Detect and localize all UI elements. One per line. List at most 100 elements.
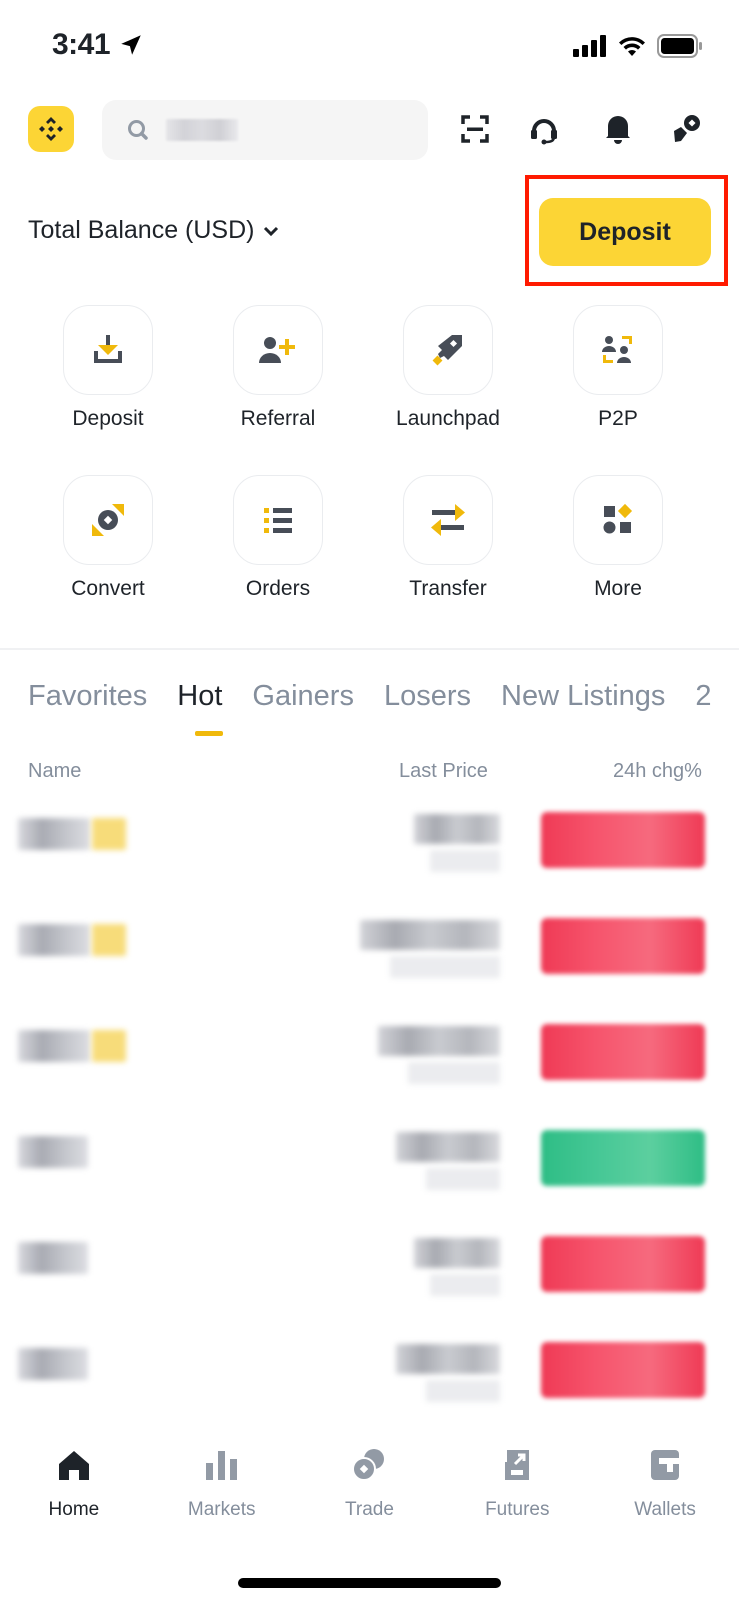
market-row[interactable] [0,1328,739,1434]
column-header-name[interactable]: Name [28,760,81,783]
last-price-redacted [396,1344,500,1374]
shortcut-label: Convert [71,577,145,600]
market-row[interactable] [0,798,739,904]
markets-bar-chart-icon [202,1445,242,1485]
nav-wallets[interactable]: Wallets [591,1445,739,1535]
shortcut-transfer[interactable]: Transfer [373,475,523,601]
fiat-price-redacted [408,1062,500,1084]
tab-favorites[interactable]: Favorites [28,680,147,713]
nav-markets[interactable]: Markets [148,1445,296,1535]
more-grid-icon [573,475,663,565]
market-row[interactable] [0,1010,739,1116]
rewards-icon[interactable] [670,112,704,146]
search-icon [128,120,148,140]
futures-icon [497,1445,537,1485]
transfer-icon [403,475,493,565]
market-row[interactable] [0,904,739,1010]
referral-icon [233,305,323,395]
market-row[interactable] [0,1116,739,1222]
market-row[interactable] [0,1222,739,1328]
change-badge-down[interactable] [541,918,705,974]
status-time: 3:41 [52,28,111,61]
change-badge-down[interactable] [541,812,705,868]
change-badge-down[interactable] [541,1236,705,1292]
home-icon [54,1445,94,1485]
notification-bell-icon[interactable] [601,112,635,146]
coin-name-redacted [18,924,90,956]
shortcut-label: Referral [240,407,316,430]
search-bar[interactable] [102,100,428,160]
launchpad-rocket-icon [403,305,493,395]
coin-name-redacted [18,1030,90,1062]
active-tab-indicator [195,731,223,736]
last-price-redacted [360,920,500,950]
coin-name-redacted [18,1242,88,1274]
support-headset-icon[interactable] [527,112,561,146]
shortcut-label: More [594,577,642,600]
fiat-price-redacted [430,850,500,872]
battery-icon [657,34,702,58]
fiat-price-redacted [426,1168,500,1190]
shortcut-label: Orders [245,577,311,600]
chevron-down-icon [264,226,279,236]
tab-hot[interactable]: Hot [177,680,222,713]
wallet-icon [645,1445,685,1485]
nav-futures[interactable]: Futures [443,1445,591,1535]
nav-label: Trade [345,1499,394,1520]
change-badge-down[interactable] [541,1342,705,1398]
tab-overflow[interactable]: 2 [695,680,711,713]
search-placeholder-redacted [166,119,238,141]
total-balance-label: Total Balance (USD) [28,216,255,244]
shortcut-convert[interactable]: Convert [33,475,183,601]
status-bar: 3:41 [0,0,739,90]
nav-trade[interactable]: Trade [296,1445,444,1535]
shortcut-referral[interactable]: Referral [203,305,353,431]
binance-logo-icon [39,117,63,141]
section-divider [0,648,739,650]
shortcut-p2p[interactable]: P2P [543,305,693,431]
shortcut-label: Launchpad [396,407,500,430]
market-tabs: Favorites Hot Gainers Losers New Listing… [28,680,712,713]
tab-gainers[interactable]: Gainers [252,680,354,713]
nav-label: Futures [485,1499,550,1520]
shortcut-label: Deposit [72,407,144,430]
top-header [0,100,739,162]
shortcut-launchpad[interactable]: Launchpad [373,305,523,431]
tab-losers[interactable]: Losers [384,680,471,713]
location-arrow-icon [121,35,141,55]
trade-icon [349,1445,389,1485]
tab-new-listings[interactable]: New Listings [501,680,665,713]
total-balance-selector[interactable]: Total Balance (USD) [28,216,280,245]
column-header-last-price[interactable]: Last Price [399,760,488,783]
orders-list-icon [233,475,323,565]
home-indicator [238,1578,501,1588]
column-header-24h-change[interactable]: 24h chg% [613,760,702,783]
bottom-nav: Home Markets Trade Futures Wallets [0,1445,739,1535]
deposit-button[interactable]: Deposit [539,198,711,266]
last-price-redacted [378,1026,500,1056]
coin-name-redacted [18,1136,88,1168]
convert-icon [63,475,153,565]
coin-badge-redacted [92,1030,126,1062]
binance-logo[interactable] [28,106,74,152]
coin-badge-redacted [92,924,126,956]
shortcut-more[interactable]: More [543,475,693,601]
change-badge-down[interactable] [541,1024,705,1080]
nav-label: Markets [187,1499,256,1520]
scan-icon[interactable] [458,112,492,146]
coin-name-redacted [18,1348,88,1380]
shortcut-orders[interactable]: Orders [203,475,353,601]
nav-label: Wallets [634,1499,696,1520]
shortcut-label: P2P [598,407,638,430]
nav-label: Home [48,1499,100,1520]
p2p-icon [573,305,663,395]
coin-badge-redacted [92,818,126,850]
coin-name-redacted [18,818,90,850]
fiat-price-redacted [390,956,500,978]
status-indicators [573,34,703,58]
change-badge-up[interactable] [541,1130,705,1186]
nav-home[interactable]: Home [0,1445,148,1535]
shortcut-deposit[interactable]: Deposit [33,305,183,431]
last-price-redacted [396,1132,500,1162]
last-price-redacted [414,814,500,844]
